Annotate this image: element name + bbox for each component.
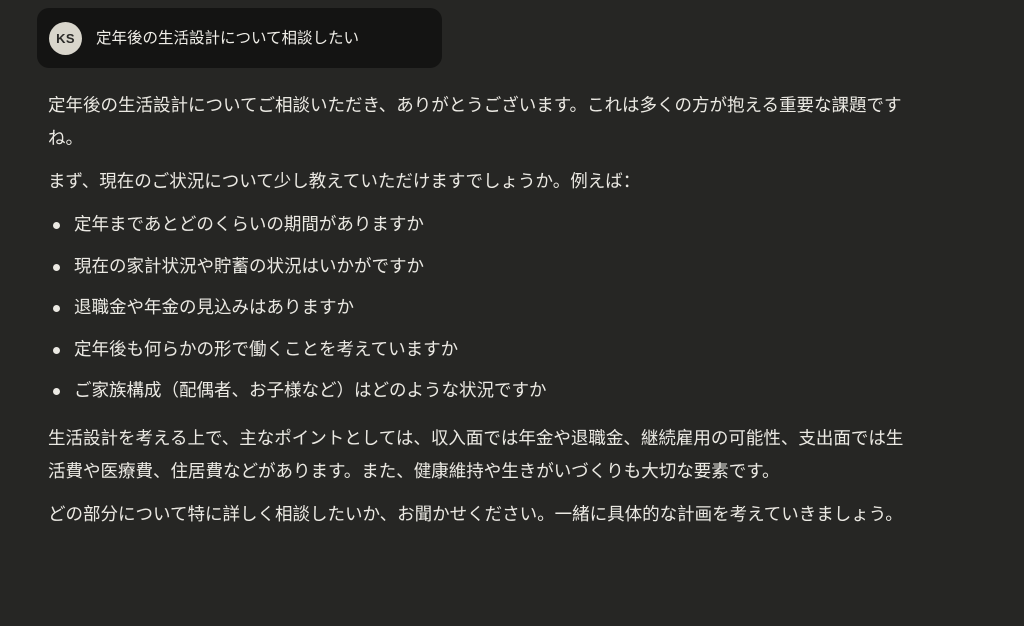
list-item-text: 現在の家計状況や貯蓄の状況はいかがですか: [74, 256, 424, 277]
bullet-dot-icon: [53, 222, 60, 229]
user-message-text: 定年後の生活設計について相談したい: [96, 29, 360, 47]
list-item: ご家族構成（配偶者、お子様など）はどのような状況ですか: [48, 375, 918, 417]
bullet-dot-icon: [53, 388, 60, 395]
user-avatar[interactable]: KS: [49, 22, 82, 55]
list-item: 定年まであとどのくらいの期間がありますか: [48, 209, 918, 251]
bullet-dot-icon: [53, 305, 60, 312]
list-item: 定年後も何らかの形で働くことを考えていますか: [48, 334, 918, 376]
user-message-bubble: KS 定年後の生活設計について相談したい: [37, 8, 442, 68]
response-question-lead: まず、現在のご状況について少し教えていただけますでしょうか。例えば：: [48, 172, 641, 192]
bullet-dot-icon: [53, 263, 60, 271]
list-item: 退職金や年金の見込みはありますか: [48, 292, 918, 334]
list-item-text: 退職金や年金の見込みはありますか: [74, 298, 354, 318]
list-item-text: 定年後も何らかの形で働くことを考えていますか: [74, 339, 459, 360]
response-intro: 定年後の生活設計についてご相談いただき、ありがとうございます。これは多くの方が抱…: [48, 96, 902, 149]
response-closing: どの部分について特に詳しく相談したいか、お聞かせください。一緒に具体的な計画を考…: [48, 504, 903, 525]
assistant-response: 定年後の生活設計についてご相談いただき、ありがとうございます。これは多くの方が抱…: [48, 90, 918, 542]
list-item-text: ご家族構成（配偶者、お子様など）はどのような状況ですか: [74, 381, 547, 401]
bullet-dot-icon: [53, 346, 60, 354]
list-item-text: 定年まであとどのくらいの期間がありますか: [74, 215, 424, 235]
question-list: 定年まであとどのくらいの期間がありますか 現在の家計状況や貯蓄の状況はいかがです…: [48, 209, 918, 417]
response-key-points: 生活設計を考える上で、主なポイントとしては、収入面では年金や退職金、継続雇用の可…: [48, 428, 904, 482]
list-item: 現在の家計状況や貯蓄の状況はいかがですか: [48, 251, 918, 293]
